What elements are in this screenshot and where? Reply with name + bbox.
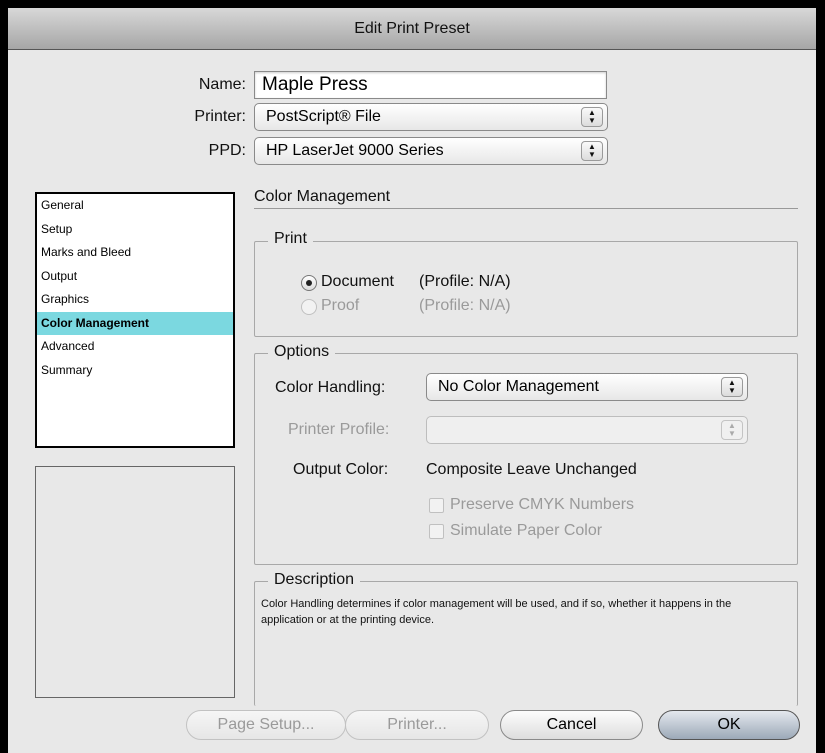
output-color-value: Composite Leave Unchanged: [426, 461, 637, 478]
proof-radio[interactable]: [301, 299, 317, 315]
panel-title: Color Management: [254, 188, 391, 205]
options-group-legend: Options: [268, 343, 336, 361]
ppd-popup[interactable]: HP LaserJet 9000 Series ▲ ▼: [254, 137, 608, 165]
category-item-setup[interactable]: Setup: [37, 218, 233, 242]
simulate-paper-checkbox[interactable]: [429, 524, 444, 539]
window-title: Edit Print Preset: [354, 19, 470, 37]
document-radio-label[interactable]: Document: [321, 273, 394, 291]
description-group-legend: Description: [268, 571, 361, 589]
popup-arrows-icon: ▲ ▼: [581, 107, 603, 127]
output-color-label: Output Color:: [293, 461, 389, 478]
edit-print-preset-dialog: Edit Print Preset Name: Maple Press Prin…: [8, 8, 816, 753]
popup-arrows-icon: ▲ ▼: [721, 420, 743, 440]
printer-profile-popup[interactable]: ▲ ▼: [426, 416, 748, 444]
category-item-general[interactable]: General: [37, 194, 233, 218]
color-handling-popup[interactable]: No Color Management ▲ ▼: [426, 373, 748, 401]
proof-profile-text: (Profile: N/A): [419, 297, 511, 314]
printer-popup-value: PostScript® File: [266, 108, 381, 125]
document-profile-text: (Profile: N/A): [419, 273, 511, 290]
cancel-button[interactable]: Cancel: [500, 710, 643, 740]
category-item-summary[interactable]: Summary: [37, 359, 233, 383]
category-list[interactable]: General Setup Marks and Bleed Output Gra…: [35, 192, 235, 448]
color-handling-label: Color Handling:: [275, 379, 386, 396]
category-item-advanced[interactable]: Advanced: [37, 335, 233, 359]
printer-button[interactable]: Printer...: [345, 710, 489, 740]
simulate-paper-label[interactable]: Simulate Paper Color: [450, 522, 602, 540]
description-text: Color Handling determines if color manag…: [261, 598, 732, 626]
category-item-marks-and-bleed[interactable]: Marks and Bleed: [37, 241, 233, 265]
category-item-output[interactable]: Output: [37, 265, 233, 289]
printer-label: Printer:: [194, 108, 246, 125]
page-setup-button[interactable]: Page Setup...: [186, 710, 346, 740]
preserve-cmyk-checkbox[interactable]: [429, 498, 444, 513]
popup-arrows-icon: ▲ ▼: [721, 377, 743, 397]
document-radio[interactable]: [301, 275, 317, 291]
printer-profile-label: Printer Profile:: [288, 421, 390, 438]
preserve-cmyk-label[interactable]: Preserve CMYK Numbers: [450, 496, 634, 514]
ok-button[interactable]: OK: [658, 710, 800, 740]
category-item-graphics[interactable]: Graphics: [37, 288, 233, 312]
ppd-label: PPD:: [208, 142, 246, 159]
name-label: Name:: [198, 76, 246, 93]
panel-title-divider: [254, 208, 798, 209]
proof-radio-label[interactable]: Proof: [321, 297, 359, 315]
popup-arrows-icon: ▲ ▼: [581, 141, 603, 161]
title-bar[interactable]: Edit Print Preset: [8, 8, 816, 50]
category-item-color-management[interactable]: Color Management: [37, 311, 233, 335]
page-preview-pane: [35, 466, 235, 698]
print-group-legend: Print: [268, 230, 313, 248]
printer-popup[interactable]: PostScript® File ▲ ▼: [254, 103, 608, 131]
name-field[interactable]: Maple Press: [254, 71, 607, 99]
color-handling-popup-value: No Color Management: [438, 378, 599, 395]
ppd-popup-value: HP LaserJet 9000 Series: [266, 142, 444, 159]
